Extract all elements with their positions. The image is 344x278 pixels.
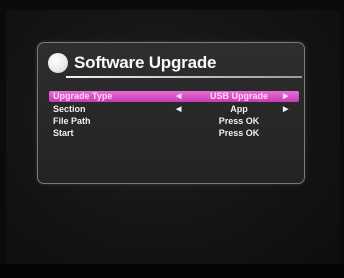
- dialog-header: Software Upgrade: [44, 49, 302, 78]
- menu-row-label: Start: [53, 128, 74, 138]
- tv-bezel: [0, 264, 344, 278]
- software-upgrade-dialog: Software Upgrade Upgrade Type ◀ USB Upgr…: [37, 42, 305, 184]
- arrow-left-icon[interactable]: ◀: [176, 104, 181, 115]
- menu-row-value: USB Upgrade: [209, 91, 268, 101]
- menu-row-value: Press OK: [218, 116, 260, 126]
- menu-row-section[interactable]: Section ◀ App ▶: [49, 104, 299, 115]
- menu-row-value: App: [230, 104, 248, 114]
- menu-row-upgrade-type[interactable]: Upgrade Type ◀ USB Upgrade ▶: [49, 91, 299, 102]
- menu-row-file-path[interactable]: File Path Press OK: [49, 116, 299, 127]
- arrow-left-icon[interactable]: ◀: [176, 91, 181, 102]
- menu-row-label: Upgrade Type: [53, 91, 113, 101]
- title-underline: [66, 76, 302, 78]
- arrow-right-icon[interactable]: ▶: [283, 104, 288, 115]
- menu-row-label: Section: [53, 104, 86, 114]
- dialog-title: Software Upgrade: [74, 53, 217, 72]
- arrow-right-icon[interactable]: ▶: [283, 91, 288, 102]
- menu-row-label: File Path: [53, 116, 91, 126]
- title-bullet-icon: [48, 53, 68, 73]
- menu-row-start[interactable]: Start Press OK: [49, 128, 299, 139]
- menu-row-value: Press OK: [218, 128, 260, 138]
